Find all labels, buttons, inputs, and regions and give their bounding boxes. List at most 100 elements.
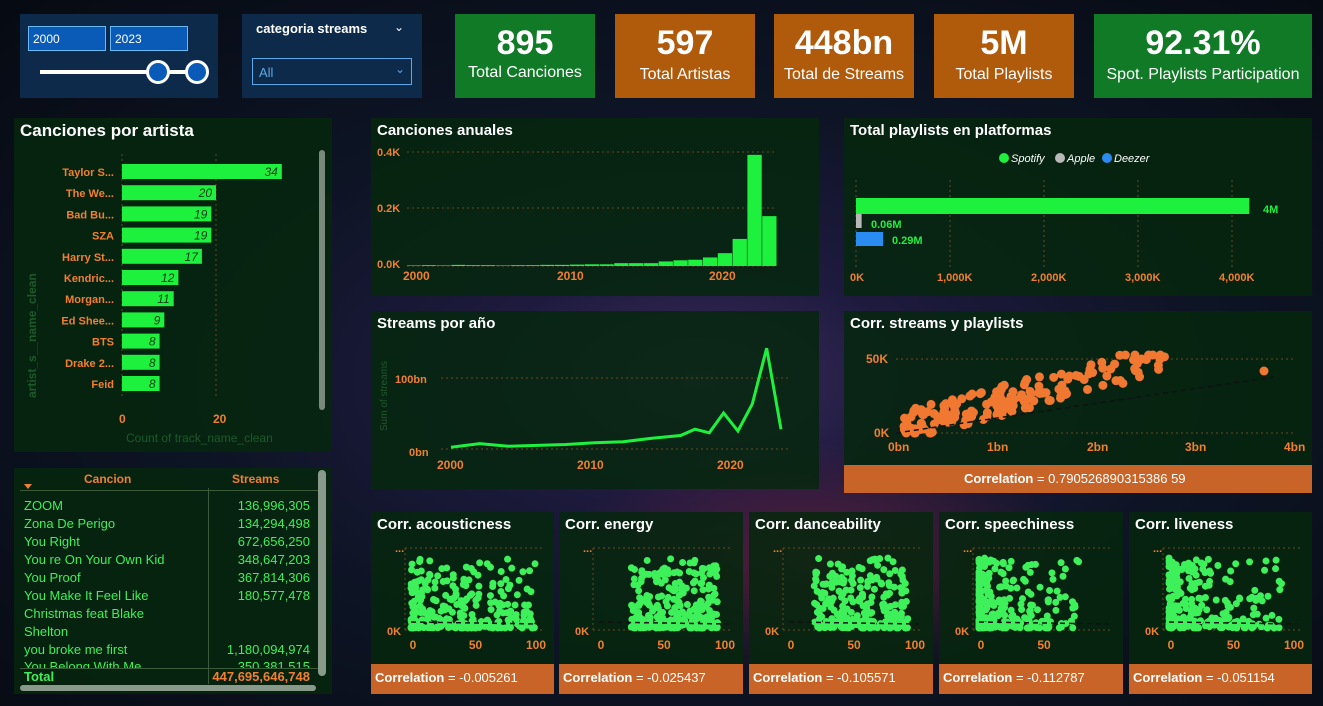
scatter-point — [1227, 567, 1235, 575]
sort-desc-icon[interactable] — [24, 484, 32, 489]
scatter-point — [692, 606, 700, 614]
scatter-point — [1201, 622, 1209, 630]
scatter-point — [630, 581, 638, 589]
correlation-value: = -0.005261 — [444, 670, 518, 685]
scatter-point — [493, 623, 501, 631]
artist-bar-value: 19 — [194, 207, 208, 221]
slider-handle-start[interactable] — [146, 60, 170, 84]
correlation-label: Correlation — [375, 670, 445, 685]
scatter-point — [679, 559, 687, 567]
scatter-point — [1044, 395, 1054, 405]
scatter-point — [1118, 378, 1128, 388]
table-row[interactable]: you broke me first 1,180,094,974 — [24, 642, 310, 660]
column-header-streams[interactable]: Streams — [232, 472, 279, 486]
scatter-point — [1001, 611, 1009, 619]
scatter-point — [445, 605, 453, 613]
table-row[interactable]: You Right 672,656,250 — [24, 534, 310, 552]
scatter-point — [713, 565, 721, 573]
artist-bar-value: 9 — [154, 313, 161, 327]
category-dropdown-value: All — [259, 65, 274, 80]
table-row[interactable]: Christmas feat Blake — [24, 606, 310, 624]
scrollbar[interactable] — [318, 470, 326, 676]
scatter-point — [856, 584, 864, 592]
table-row[interactable]: ZOOM 136,996,305 — [24, 498, 310, 516]
scatter-point — [880, 566, 888, 574]
scatter-point — [1182, 595, 1190, 603]
cell-streams: 180,577,478 — [237, 588, 310, 603]
annual-y-tick: 0.0K — [377, 259, 400, 271]
table-row[interactable]: Shelton — [24, 624, 310, 642]
correlation-scatter: ... 0K 0 50 100 — [1145, 543, 1304, 652]
scatter-point — [530, 624, 538, 632]
column-header-cancion[interactable]: Cancion — [84, 472, 131, 486]
correlation-label: Correlation — [964, 471, 1034, 486]
scatter-point — [1106, 364, 1116, 374]
category-dropdown[interactable]: All ⌄ — [252, 58, 412, 85]
small-x-tick: 100 — [526, 638, 546, 652]
scatter-point — [504, 555, 512, 563]
scrollbar[interactable] — [319, 150, 325, 410]
playlists-bar-spotify — [856, 198, 1250, 214]
scatter-point — [452, 624, 460, 632]
cell-cancion: you broke me first — [24, 642, 128, 657]
scatter-point — [1025, 386, 1035, 396]
annual-bar — [510, 265, 525, 266]
scatter-point — [925, 428, 935, 438]
scatter-point — [1226, 603, 1234, 611]
scatter-point — [977, 595, 985, 603]
slider-handle-end[interactable] — [185, 60, 209, 84]
category-slicer[interactable]: categoria streams ⌄ All ⌄ — [242, 14, 422, 98]
year-slicer[interactable]: 2000 2023 — [20, 14, 218, 98]
scatter-point — [1275, 615, 1283, 623]
year-from-input[interactable]: 2000 — [28, 26, 106, 51]
scatter-x-tick: 1bn — [987, 440, 1008, 454]
table-row[interactable]: You Proof 367,814,306 — [24, 570, 310, 588]
scatter-point — [508, 564, 516, 572]
scatter-point — [1169, 611, 1177, 619]
kpi-total-artistas: 597 Total Artistas — [615, 14, 755, 98]
scatter-point — [1020, 403, 1030, 413]
artist-x-tick: 0 — [119, 412, 126, 426]
scatter-point — [1272, 565, 1280, 573]
annual-bar — [525, 265, 540, 266]
scatter-point — [1185, 575, 1193, 583]
scatter-point — [466, 591, 474, 599]
year-to-input[interactable]: 2023 — [110, 26, 188, 51]
table-row[interactable]: Zona De Perigo 134,294,498 — [24, 516, 310, 534]
scatter-point — [826, 560, 834, 568]
scatter-point — [710, 584, 718, 592]
scatter-point — [884, 554, 892, 562]
scatter-point — [855, 563, 863, 571]
scatter-point — [991, 565, 999, 573]
kpi-total-playlists: 5M Total Playlists — [934, 14, 1074, 98]
scatter-point — [635, 587, 643, 595]
kpi-total-streams: 448bn Total de Streams — [774, 14, 914, 98]
scatter-point — [853, 612, 861, 620]
scatter-point — [1173, 570, 1181, 578]
kpi-value: 895 — [496, 24, 554, 62]
scatter-point — [489, 579, 497, 587]
scatter-point — [698, 569, 706, 577]
table-row[interactable]: You Make It Feel Like 180,577,478 — [24, 588, 310, 606]
table-row[interactable]: You re On Your Own Kid 348,647,203 — [24, 552, 310, 570]
scatter-point — [433, 623, 441, 631]
cell-cancion: You Proof — [24, 570, 81, 585]
small-x-tick: 0 — [788, 638, 795, 652]
scatter-point — [1069, 604, 1077, 612]
chevron-down-icon[interactable]: ⌄ — [394, 20, 404, 34]
table-row[interactable]: You Belong With Me 350,381,515 — [24, 659, 310, 668]
scatter-point — [848, 576, 856, 584]
cell-streams: 134,294,498 — [237, 516, 310, 531]
scatter-point — [1226, 622, 1234, 630]
artist-category-label: Harry St... — [62, 252, 114, 264]
scatter-point — [426, 557, 434, 565]
scatter-point — [1027, 601, 1035, 609]
horizontal-scrollbar[interactable] — [20, 685, 316, 691]
scatter-point — [1236, 595, 1244, 603]
scatter-point — [630, 565, 638, 573]
slider-track[interactable] — [40, 70, 198, 74]
artist-category-label: Taylor S... — [62, 167, 114, 179]
scatter-point — [1275, 624, 1283, 632]
scatter-point — [497, 580, 505, 588]
scatter-point — [898, 566, 906, 574]
